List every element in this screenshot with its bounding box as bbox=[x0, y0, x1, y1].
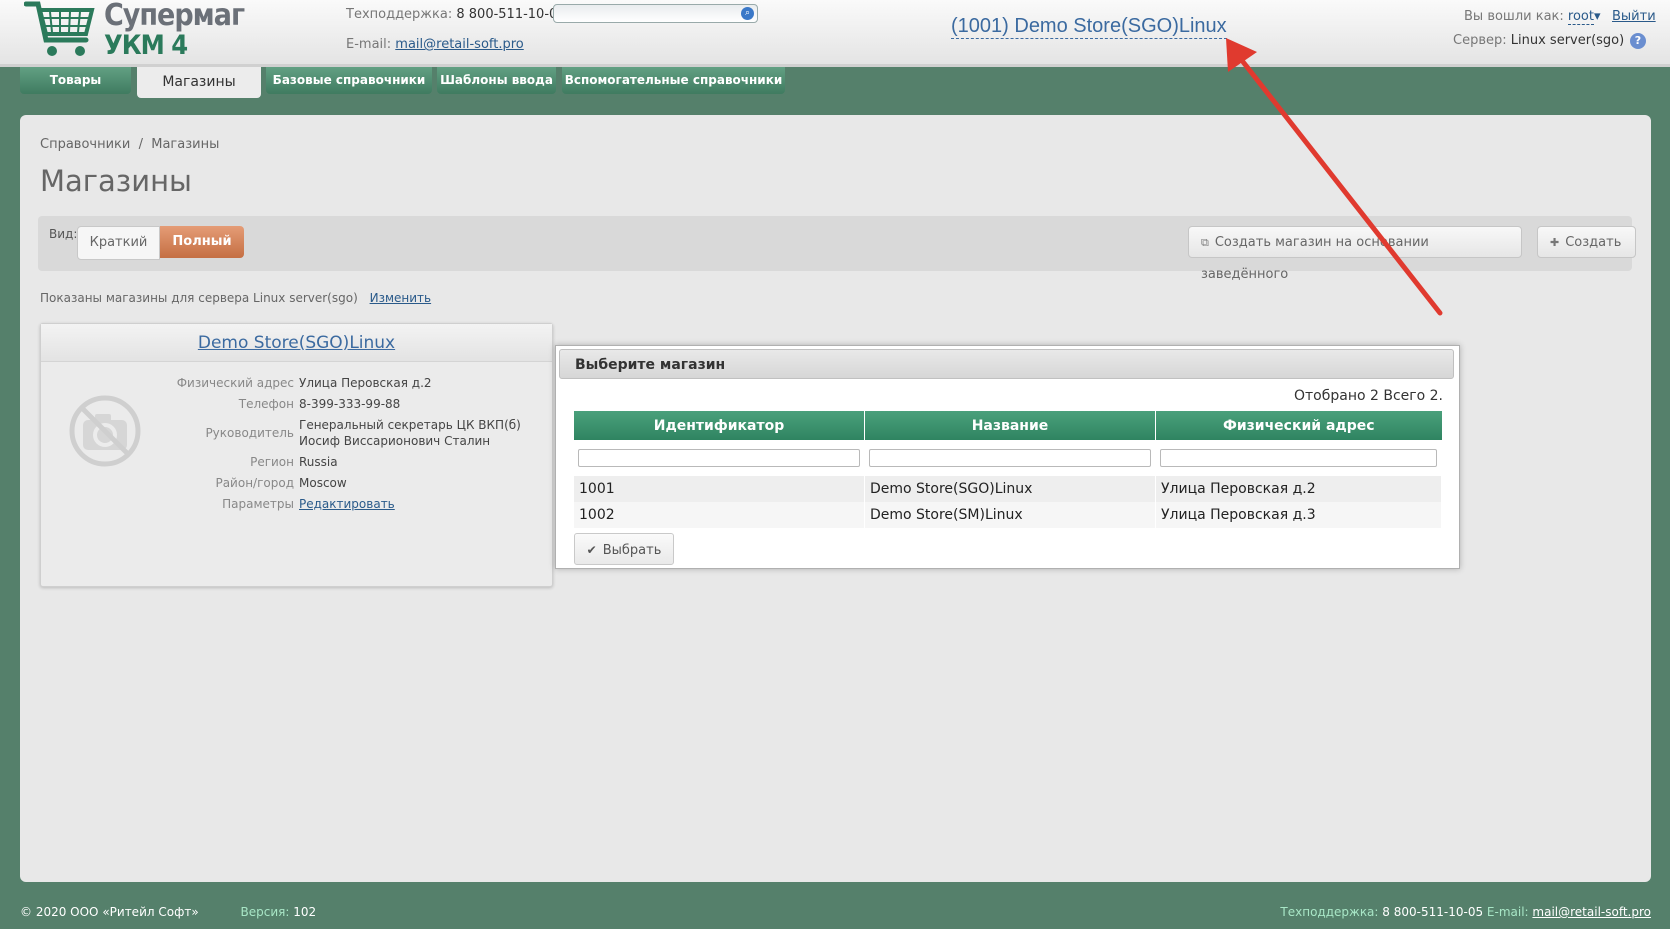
app-header: Супермаг УКМ 4 Техподдержка: 8 800-511-1… bbox=[0, 0, 1670, 67]
tab-base-refs[interactable]: Базовые справочники bbox=[266, 67, 432, 94]
toolbar: Вид: Краткий Полный ⧉ Создать магазин на … bbox=[38, 216, 1636, 282]
prop-value: Иосиф Виссарионович Сталин bbox=[299, 434, 491, 448]
view-label: Вид: bbox=[49, 227, 78, 241]
store-name-link[interactable]: Demo Store(SGO)Linux bbox=[198, 333, 395, 353]
plus-icon: ✚ bbox=[1550, 236, 1560, 249]
create-based-label: Создать магазин на основании заведённого bbox=[1201, 235, 1429, 282]
view-full-button[interactable]: Полный bbox=[160, 226, 244, 258]
footer-support-label: Техподдержка: bbox=[1280, 905, 1379, 919]
footer-email-label: E-mail: bbox=[1486, 905, 1529, 919]
page-title: Магазины bbox=[40, 164, 192, 198]
cell-address: Улица Перовская д.2 bbox=[1155, 476, 1442, 502]
logo-subtitle: УКМ 4 bbox=[104, 30, 188, 61]
store-card-header: Demo Store(SGO)Linux bbox=[41, 324, 552, 362]
info-text: Показаны магазины для сервера Linux serv… bbox=[40, 291, 358, 305]
prop-label: Район/город bbox=[215, 476, 294, 490]
prop-value: Moscow bbox=[299, 476, 347, 490]
cell-id: 1002 bbox=[574, 502, 865, 528]
cell-name: Demo Store(SM)Linux bbox=[864, 502, 1156, 528]
table-row[interactable]: 1002 Demo Store(SM)Linux Улица Перовская… bbox=[574, 502, 1442, 528]
prop-label: Физический адрес bbox=[176, 376, 294, 390]
cart-logo-icon bbox=[24, 1, 95, 56]
logo[interactable]: Супермаг УКМ 4 bbox=[24, 0, 245, 62]
login-info: Вы вошли как: root▾ bbox=[1464, 9, 1601, 25]
table-row[interactable]: 1001 Demo Store(SGO)Linux Улица Перовска… bbox=[574, 476, 1442, 502]
prop-value: Генеральный секретарь ЦК ВКП(б) bbox=[299, 418, 521, 432]
tab-input-templates[interactable]: Шаблоны ввода bbox=[437, 67, 556, 94]
filter-id-input[interactable] bbox=[578, 449, 860, 467]
server-filter-info: Показаны магазины для сервера Linux serv… bbox=[40, 291, 431, 305]
content-panel: Справочники / Магазины Магазины Вид: Кра… bbox=[20, 115, 1651, 882]
footer-email-link[interactable]: mail@retail-soft.pro bbox=[1532, 905, 1651, 919]
stores-table: Идентификатор Название Физический адрес … bbox=[574, 411, 1442, 528]
tab-stores[interactable]: Магазины bbox=[137, 67, 261, 98]
change-link[interactable]: Изменить bbox=[370, 291, 432, 305]
check-icon: ✔ bbox=[586, 543, 597, 557]
server-value: Linux server(sgo) bbox=[1510, 33, 1625, 48]
tab-goods[interactable]: Товары bbox=[20, 67, 131, 94]
col-header[interactable]: Идентификатор bbox=[574, 411, 865, 440]
prop-label: Параметры bbox=[222, 497, 294, 511]
footer-left: © 2020 ООО «Ритейл Софт» Версия: 102 bbox=[20, 905, 316, 919]
filter-name-input[interactable] bbox=[869, 449, 1151, 467]
create-based-button[interactable]: ⧉ Создать магазин на основании заведённог… bbox=[1188, 226, 1522, 282]
create-button[interactable]: ✚ Создать bbox=[1537, 226, 1636, 258]
edit-params-link[interactable]: Редактировать bbox=[299, 497, 395, 511]
select-label: Выбрать bbox=[602, 543, 662, 558]
store-card: Demo Store(SGO)Linux Физический адрес Ул… bbox=[40, 323, 553, 587]
col-header[interactable]: Название bbox=[864, 411, 1156, 440]
prop-label: Руководитель bbox=[205, 426, 294, 440]
login-label: Вы вошли как: bbox=[1464, 9, 1564, 24]
prop-value: Russia bbox=[299, 455, 338, 469]
search-input[interactable]: ⌕ bbox=[553, 4, 758, 23]
cell-id: 1001 bbox=[574, 476, 865, 502]
logout-link[interactable]: Выйти bbox=[1612, 9, 1656, 24]
chevron-down-icon[interactable]: ▾ bbox=[1594, 9, 1601, 24]
search-icon[interactable]: ⌕ bbox=[741, 7, 754, 20]
breadcrumb[interactable]: Справочники / Магазины bbox=[40, 137, 219, 152]
select-store-dialog: Выберите магазин Отобрано 2 Всего 2. Иде… bbox=[555, 345, 1460, 569]
version-value: 102 bbox=[293, 905, 317, 919]
view-short-button[interactable]: Краткий bbox=[77, 226, 160, 260]
prop-value: 8-399-333-99-88 bbox=[299, 397, 401, 411]
copyright: © 2020 ООО «Ритейл Софт» bbox=[20, 905, 199, 919]
col-header[interactable]: Физический адрес bbox=[1155, 411, 1442, 440]
email-label: E-mail: bbox=[346, 37, 392, 52]
filter-row bbox=[574, 440, 1442, 476]
prop-label: Телефон bbox=[238, 397, 294, 411]
header-support: Техподдержка: 8 800-511-10-05 bbox=[346, 7, 566, 22]
prop-label: Регион bbox=[250, 455, 294, 469]
footer-right: Техподдержка: 8 800-511-10-05 E-mail: ma… bbox=[1280, 905, 1651, 919]
tab-aux-refs[interactable]: Вспомогательные справочники bbox=[562, 67, 785, 94]
copy-icon: ⧉ bbox=[1201, 236, 1209, 249]
dialog-title[interactable]: Выберите магазин bbox=[559, 349, 1454, 379]
filter-address-input[interactable] bbox=[1160, 449, 1437, 467]
table-header-row: Идентификатор Название Физический адрес bbox=[574, 411, 1442, 440]
support-label: Техподдержка: bbox=[346, 7, 453, 22]
select-button[interactable]: ✔ Выбрать bbox=[574, 533, 674, 565]
server-label: Сервер: bbox=[1453, 33, 1507, 48]
footer-support-phone: 8 800-511-10-05 bbox=[1382, 905, 1484, 919]
version-label: Версия: bbox=[240, 905, 290, 919]
header-email: E-mail: mail@retail-soft.pro bbox=[346, 37, 524, 52]
create-label: Создать bbox=[1565, 235, 1622, 250]
user-menu[interactable]: root bbox=[1567, 9, 1594, 25]
cell-address: Улица Перовская д.3 bbox=[1155, 502, 1442, 528]
help-icon[interactable]: ? bbox=[1630, 33, 1646, 49]
cell-name: Demo Store(SGO)Linux bbox=[864, 476, 1156, 502]
prop-value: Улица Перовская д.2 bbox=[299, 376, 432, 390]
email-link[interactable]: mail@retail-soft.pro bbox=[395, 37, 523, 52]
current-store-link[interactable]: (1001) Demo Store(SGO)Linux bbox=[951, 14, 1227, 39]
dialog-count: Отобрано 2 Всего 2. bbox=[1293, 388, 1443, 404]
support-phone: 8 800-511-10-05 bbox=[456, 7, 566, 22]
server-info: Сервер: Linux server(sgo) bbox=[1453, 33, 1624, 48]
no-photo-icon bbox=[69, 395, 141, 467]
logo-title: Супермаг bbox=[104, 0, 245, 33]
